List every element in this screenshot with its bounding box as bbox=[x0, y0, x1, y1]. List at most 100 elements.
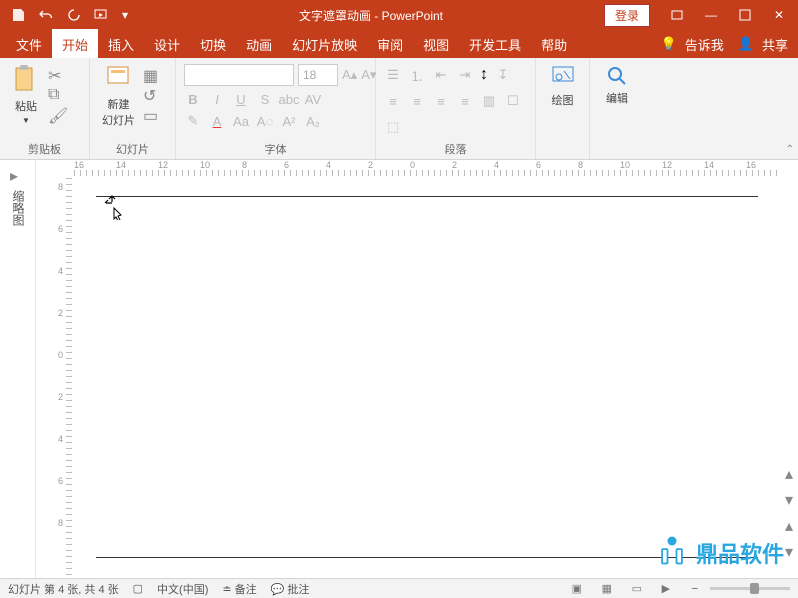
prev-slide-icon[interactable]: ▴ bbox=[785, 516, 793, 536]
group-font: A▴ A▾ B I U S abc AV ✎ A Aa A◌ A² A₂ 字体 bbox=[176, 58, 376, 159]
tab-animations[interactable]: 动画 bbox=[236, 29, 282, 60]
section-icon[interactable]: ▭ bbox=[143, 106, 161, 122]
drawing-button[interactable]: 绘图 bbox=[544, 62, 581, 110]
language-indicator[interactable]: 中文(中国) bbox=[157, 581, 208, 597]
vertical-ruler: 864202468 bbox=[56, 178, 74, 578]
tab-help[interactable]: 帮助 bbox=[531, 29, 577, 60]
increase-font-icon[interactable]: A▴ bbox=[342, 66, 357, 84]
zoom-slider[interactable] bbox=[710, 587, 790, 590]
ribbon-tabs: 文件 开始 插入 设计 切换 动画 幻灯片放映 审阅 视图 开发工具 帮助 💡 … bbox=[0, 30, 798, 58]
align-left-icon[interactable]: ≡ bbox=[384, 92, 402, 110]
numbering-icon[interactable]: ⒈ bbox=[408, 66, 426, 84]
expand-pane-icon[interactable]: ▸ bbox=[10, 166, 18, 186]
redo-icon[interactable] bbox=[64, 5, 84, 25]
login-button[interactable]: 登录 bbox=[604, 4, 650, 27]
qat-dropdown-icon[interactable]: ▾ bbox=[120, 5, 130, 25]
tab-slideshow[interactable]: 幻灯片放映 bbox=[282, 29, 367, 60]
subscript-icon[interactable]: A₂ bbox=[304, 112, 322, 130]
underline-icon[interactable]: U bbox=[232, 90, 250, 108]
group-slides: 新建 幻灯片 ▦ ↺ ▭ 幻灯片 bbox=[90, 58, 176, 159]
scroll-up-icon[interactable]: ▴ bbox=[785, 464, 793, 484]
save-icon[interactable] bbox=[8, 5, 28, 25]
lightbulb-icon: 💡 bbox=[661, 36, 677, 52]
group-clipboard: 粘贴 ▼ ✂ ⧉ 🖌 剪贴板 bbox=[0, 58, 90, 159]
font-color-icon[interactable]: A bbox=[208, 112, 226, 130]
tab-view[interactable]: 视图 bbox=[413, 29, 459, 60]
collapse-ribbon-icon[interactable]: ⌃ bbox=[786, 144, 794, 155]
start-from-beginning-icon[interactable] bbox=[92, 5, 112, 25]
bullets-icon[interactable]: ☰ bbox=[384, 66, 402, 84]
normal-view-icon[interactable]: ▣ bbox=[572, 582, 590, 596]
tab-transitions[interactable]: 切换 bbox=[190, 29, 236, 60]
tab-tellme[interactable]: 告诉我 bbox=[681, 29, 728, 60]
status-bar: 幻灯片 第 4 张, 共 4 张 ▢ 中文(中国) ≐ 备注 💬 批注 ▣ ▦ … bbox=[0, 578, 798, 598]
close-icon[interactable]: ✕ bbox=[764, 5, 794, 25]
slide-counter[interactable]: 幻灯片 第 4 张, 共 4 张 bbox=[8, 581, 119, 597]
shadow-icon[interactable]: abc bbox=[280, 90, 298, 108]
change-case-icon[interactable]: Aa bbox=[232, 112, 250, 130]
format-painter-icon[interactable]: 🖌 bbox=[48, 106, 66, 122]
tab-home[interactable]: 开始 bbox=[52, 29, 98, 60]
watermark-logo: 鼎品软件 bbox=[654, 532, 784, 574]
ribbon-options-icon[interactable] bbox=[662, 5, 692, 25]
tab-developer[interactable]: 开发工具 bbox=[459, 29, 531, 60]
maximize-icon[interactable] bbox=[730, 5, 760, 25]
outline-label: 缩略图 bbox=[10, 190, 27, 226]
watermark-icon bbox=[654, 532, 690, 574]
font-size-combo[interactable] bbox=[298, 64, 338, 86]
share-icon: 👤 bbox=[738, 36, 754, 52]
group-editing: 编辑 bbox=[590, 58, 644, 159]
text-direction-icon[interactable]: ↧ bbox=[494, 66, 512, 84]
align-right-icon[interactable]: ≡ bbox=[432, 92, 450, 110]
move-cursor-icon bbox=[104, 194, 126, 225]
horizontal-ruler: 1614121086420246810121416 bbox=[74, 160, 780, 178]
vertical-scrollbar[interactable]: ▴ ▾ ▴ ▾ bbox=[782, 178, 796, 562]
comments-button[interactable]: 💬 批注 bbox=[271, 581, 310, 597]
sorter-view-icon[interactable]: ▦ bbox=[602, 582, 620, 596]
reset-icon[interactable]: ↺ bbox=[143, 86, 161, 102]
line-spacing-icon[interactable]: ↕ bbox=[480, 66, 488, 84]
paste-button[interactable]: 粘贴 ▼ bbox=[8, 62, 44, 127]
align-text-icon[interactable]: ☐ bbox=[504, 92, 522, 110]
justify-icon[interactable]: ≡ bbox=[456, 92, 474, 110]
outline-pane: ▸ 缩略图 bbox=[0, 160, 36, 578]
zoom-out-icon[interactable]: − bbox=[692, 583, 698, 595]
strike-icon[interactable]: S bbox=[256, 90, 274, 108]
undo-icon[interactable] bbox=[36, 5, 56, 25]
tab-file[interactable]: 文件 bbox=[6, 29, 52, 60]
font-name-combo[interactable] bbox=[184, 64, 294, 86]
new-slide-button[interactable]: 新建 幻灯片 bbox=[98, 62, 139, 130]
cut-icon[interactable]: ✂ bbox=[48, 66, 66, 82]
tab-review[interactable]: 审阅 bbox=[367, 29, 413, 60]
copy-icon[interactable]: ⧉ bbox=[48, 86, 66, 102]
minimize-icon[interactable]: — bbox=[696, 5, 726, 25]
slideshow-view-icon[interactable]: ▶ bbox=[662, 582, 680, 596]
slide-canvas[interactable] bbox=[74, 178, 780, 562]
spacing-icon[interactable]: AV bbox=[304, 90, 322, 108]
layout-icon[interactable]: ▦ bbox=[143, 66, 161, 82]
bold-icon[interactable]: B bbox=[184, 90, 202, 108]
decrease-font-icon[interactable]: A▾ bbox=[361, 66, 376, 84]
columns-icon[interactable]: ▥ bbox=[480, 92, 498, 110]
italic-icon[interactable]: I bbox=[208, 90, 226, 108]
convert-smartart-icon[interactable]: ⬚ bbox=[384, 118, 402, 136]
notes-button[interactable]: ≐ 备注 bbox=[222, 581, 256, 597]
window-title: 文字遮罩动画 - PowerPoint bbox=[138, 7, 604, 24]
clear-format-icon[interactable]: A◌ bbox=[256, 112, 274, 130]
decrease-indent-icon[interactable]: ⇤ bbox=[432, 66, 450, 84]
tab-insert[interactable]: 插入 bbox=[98, 29, 144, 60]
slide-border-top bbox=[96, 196, 758, 197]
highlight-icon[interactable]: ✎ bbox=[184, 112, 202, 130]
reading-view-icon[interactable]: ▭ bbox=[632, 582, 650, 596]
editing-button[interactable]: 编辑 bbox=[598, 62, 636, 108]
title-bar: ▾ 文字遮罩动画 - PowerPoint 登录 — ✕ bbox=[0, 0, 798, 30]
spellcheck-icon[interactable]: ▢ bbox=[133, 582, 143, 595]
tab-share[interactable]: 共享 bbox=[758, 29, 792, 60]
superscript-icon[interactable]: A² bbox=[280, 112, 298, 130]
tab-design[interactable]: 设计 bbox=[144, 29, 190, 60]
next-slide-icon[interactable]: ▾ bbox=[785, 542, 793, 562]
watermark-text: 鼎品软件 bbox=[696, 537, 784, 569]
align-center-icon[interactable]: ≡ bbox=[408, 92, 426, 110]
scroll-down-icon[interactable]: ▾ bbox=[785, 490, 793, 510]
increase-indent-icon[interactable]: ⇥ bbox=[456, 66, 474, 84]
